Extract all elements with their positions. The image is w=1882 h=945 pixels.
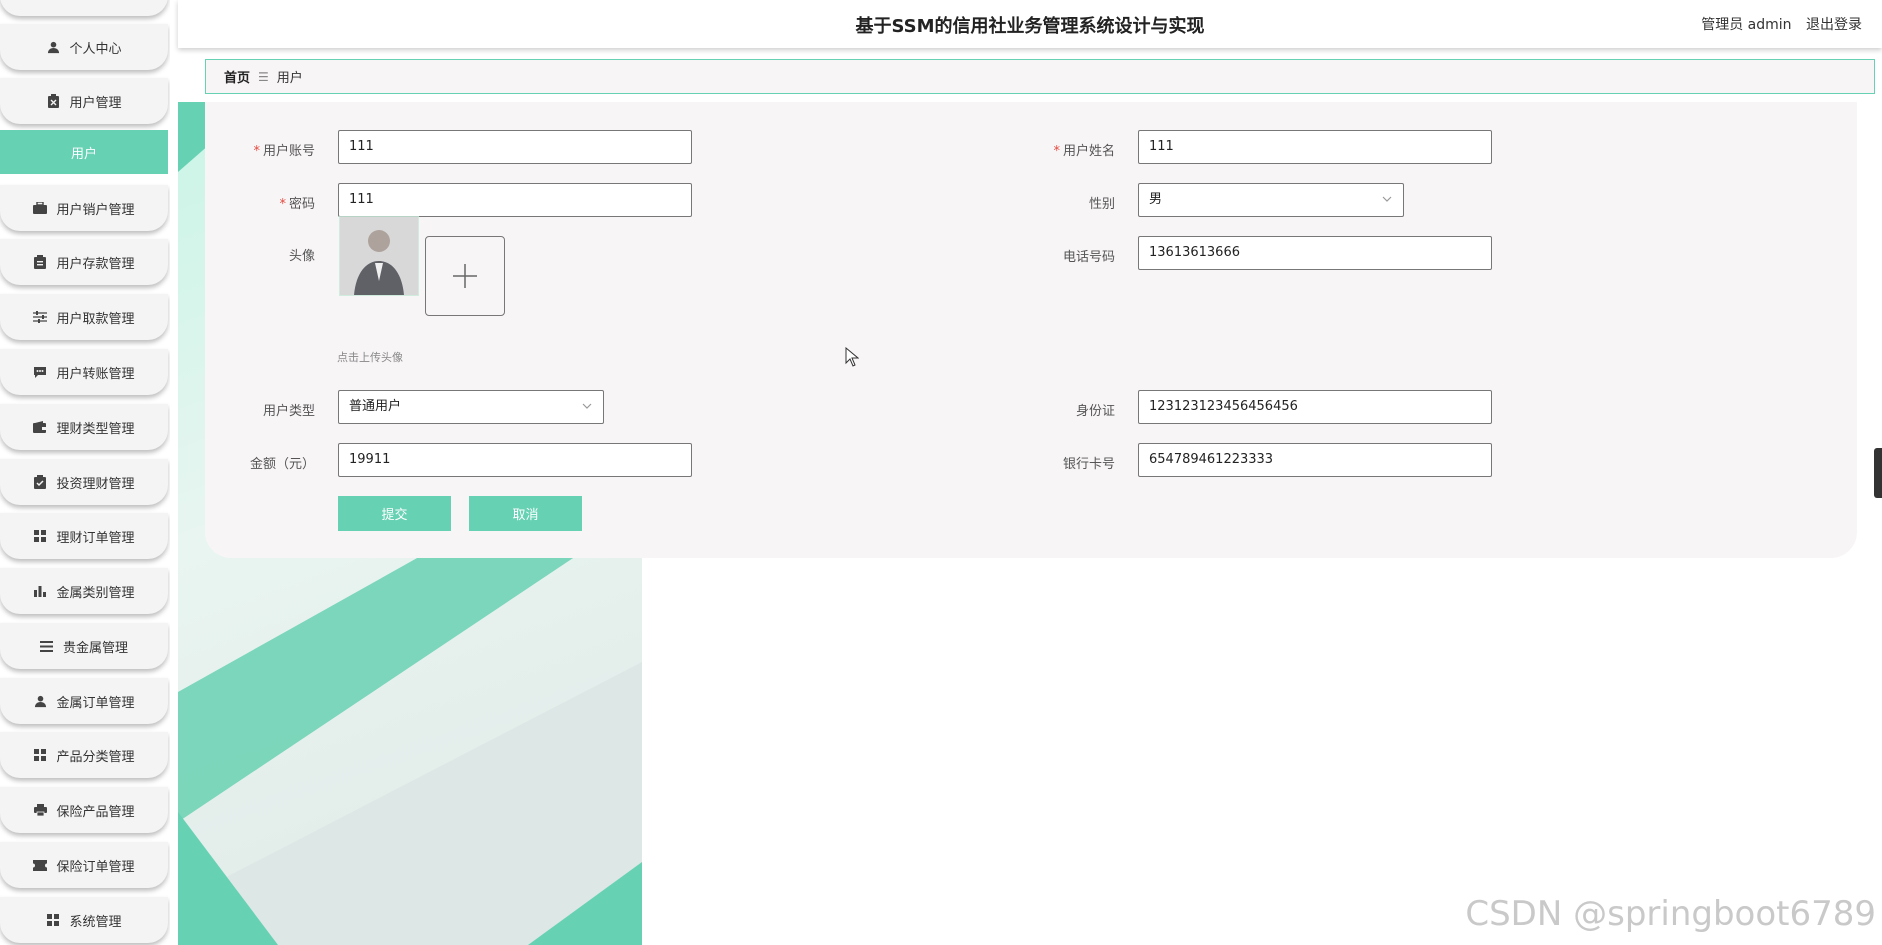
bank-card-label: 银行卡号 [1062,457,1115,472]
bank-card-input[interactable]: 654789461223333 [1138,443,1492,477]
sidebar-item-label: 用户销户管理 [56,202,135,218]
sidebar-item-label: 金属订单管理 [56,695,135,711]
sidebar-item-label: 保险订单管理 [56,859,135,875]
user-type-select[interactable]: 普通用户 [338,390,604,424]
breadcrumb-current: 用户 [276,71,303,86]
chevron-down-icon [581,400,593,412]
mouse-cursor-icon [845,346,860,371]
sidebar-item-label: 产品分类管理 [56,749,135,765]
sidebar-item-label: 用户取款管理 [56,311,135,327]
sidebar-item-insurance-order[interactable]: 保险订单管理 [0,842,168,888]
chat-icon [33,365,47,379]
current-user-label: 管理员 admin [1701,17,1792,33]
sidebar-item-user[interactable]: 用户 [0,130,168,174]
password-label: * 密码 [279,197,315,212]
person-icon [33,694,47,708]
sliders-icon [33,310,48,324]
clipboard-x-icon [46,94,60,108]
id-card-input[interactable]: 123123123456456456 [1138,390,1492,424]
user-type-label: 用户类型 [262,404,315,419]
watermark: CSDN @springboot6789 [1465,894,1876,934]
phone-input[interactable]: 13613613666 [1138,236,1492,270]
clipboard-check-icon [33,475,47,489]
logout-link[interactable]: 退出登录 [1806,17,1862,33]
cancel-button[interactable]: 取消 [469,496,582,531]
name-input[interactable]: 111 [1138,130,1492,164]
sidebar-item-precious-metal[interactable]: 贵金属管理 [0,623,168,669]
sidebar-item-metal-order[interactable]: 金属订单管理 [0,678,168,724]
amount-label: 金额（元） [249,457,315,472]
sidebar-item-label: 用户转账管理 [56,366,135,382]
plus-icon [452,263,478,289]
sidebar-item-label: 个人中心 [69,41,122,57]
printer-icon [33,803,47,817]
amount-input[interactable]: 19911 [338,443,692,477]
avatar-preview[interactable] [339,216,419,296]
gender-select[interactable]: 男 [1138,183,1404,217]
id-card-label: 身份证 [1075,404,1115,419]
sidebar-item-product-category[interactable]: 产品分类管理 [0,732,168,778]
avatar-label: 头像 [288,249,315,264]
sidebar-item-user-management[interactable]: 用户管理 [0,78,168,124]
person-icon [46,40,60,54]
sidebar-item-insurance-product[interactable]: 保险产品管理 [0,787,168,833]
sidebar-item-label: 用户 [70,146,97,162]
sidebar-item-label: 贵金属管理 [62,640,128,656]
breadcrumb: 首页 ☰ 用户 [205,59,1875,94]
submit-button[interactable]: 提交 [338,496,451,531]
briefcase-icon [33,201,48,215]
bar-chart-icon [33,584,47,598]
user-area: 管理员 admin 退出登录 [1691,14,1862,34]
phone-label: 电话号码 [1062,250,1115,265]
sidebar-item-investment[interactable]: 投资理财管理 [0,459,168,505]
account-input[interactable]: 111 [338,130,692,164]
sidebar-item-label: 系统管理 [69,914,122,930]
wallet-icon [33,420,48,434]
sidebar-item-transfer[interactable]: 用户转账管理 [0,349,168,395]
sidebar-item-finance-order[interactable]: 理财订单管理 [0,513,168,559]
sidebar: 个人中心 用户管理 用户 用户销户管理 用户存款管理 用户取款管理 用户转账管理 [0,0,170,945]
password-input[interactable]: 111 [338,183,692,217]
sidebar-item-label: 用户存款管理 [56,256,135,272]
sidebar-item-account-closure[interactable]: 用户销户管理 [0,185,168,231]
sidebar-item-deposit[interactable]: 用户存款管理 [0,239,168,285]
gender-label: 性别 [1088,197,1115,212]
sidebar-item-withdrawal[interactable]: 用户取款管理 [0,294,168,340]
sidebar-item-system-management[interactable]: 系统管理 [0,897,168,943]
account-label: * 用户账号 [253,144,315,159]
sidebar-item-metal-category[interactable]: 金属类别管理 [0,568,168,614]
sidebar-item-label: 理财订单管理 [56,530,135,546]
grid-icon [46,913,60,927]
sidebar-item-label: 金属类别管理 [56,585,135,601]
gender-select-value: 男 [1149,192,1163,207]
scrollbar-handle[interactable] [1874,448,1882,498]
chevron-down-icon [1381,193,1393,205]
sidebar-item-label: 投资理财管理 [56,476,135,492]
grid-icon [33,748,47,762]
avatar-upload-hint: 点击上传头像 [337,351,403,364]
app-title: 基于SSM的信用社业务管理系统设计与实现 [855,16,1205,37]
sidebar-item-label: 保险产品管理 [56,804,135,820]
user-type-select-value: 普通用户 [349,399,402,414]
grid-icon [33,529,47,543]
breadcrumb-home[interactable]: 首页 [224,67,250,86]
sidebar-item-personal-center[interactable]: 个人中心 [0,24,168,70]
list-icon [40,639,54,653]
avatar-upload-button[interactable] [425,236,505,316]
sidebar-item-finance-type[interactable]: 理财类型管理 [0,404,168,450]
clipboard-icon [33,255,47,269]
ticket-icon [33,858,48,872]
sidebar-item-top-partial[interactable] [0,0,168,16]
sidebar-item-label: 理财类型管理 [56,421,135,437]
user-form: * 用户账号 111 * 用户姓名 111 * 密码 111 性别 男 头像 点击上传… [205,102,1857,558]
top-header: 基于SSM的信用社业务管理系统设计与实现 管理员 admin 退出登录 [178,0,1882,48]
sidebar-item-label: 用户管理 [69,95,122,111]
name-label: * 用户姓名 [1053,144,1115,159]
breadcrumb-separator-icon: ☰ [258,69,269,84]
